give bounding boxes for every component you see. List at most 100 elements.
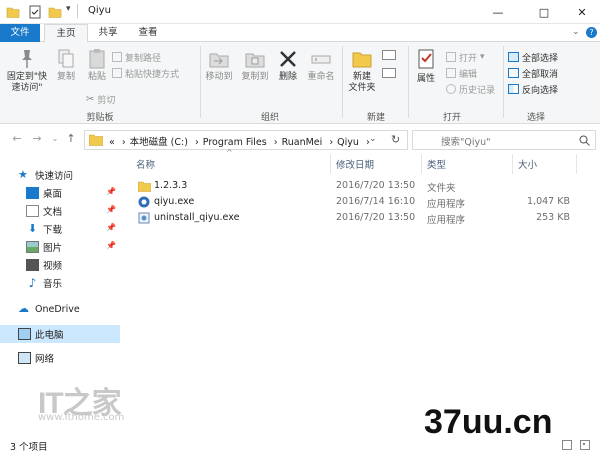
help-icon[interactable]: ?	[586, 27, 597, 38]
tab-file[interactable]: 文件	[0, 24, 40, 42]
search-icon[interactable]	[579, 135, 590, 146]
copy-path-button[interactable]: 复制路径	[112, 50, 161, 64]
sort-ascending-icon: ^	[226, 148, 233, 157]
breadcrumb-item[interactable]: Program Files	[203, 137, 267, 148]
new-folder-icon	[352, 52, 372, 68]
open-icon	[446, 52, 456, 62]
select-none-icon	[508, 68, 519, 78]
tab-view[interactable]: 查看	[128, 24, 168, 42]
group-separator	[342, 46, 343, 118]
details-view-icon[interactable]	[562, 440, 572, 450]
large-icons-view-icon[interactable]	[580, 440, 590, 450]
nav-item-music[interactable]: ♪ 音乐	[0, 274, 120, 292]
column-divider[interactable]	[576, 154, 577, 174]
address-bar[interactable]: « › 本地磁盘 (C:) › Program Files › RuanMei › Qi…	[84, 130, 408, 150]
star-icon: ★	[18, 168, 28, 181]
back-arrow-icon[interactable]: ←	[10, 132, 24, 146]
copy-icon	[58, 49, 74, 68]
ribbon: 固定到"快 速访问" 复制 粘贴 复制路径 粘贴快捷方式 ✂ 剪切 剪贴板 移动…	[0, 42, 600, 124]
rename-icon	[311, 55, 331, 64]
history-button[interactable]: 历史记录	[446, 82, 495, 96]
easy-access-icon[interactable]	[382, 68, 396, 78]
delete-label: 删除	[278, 72, 297, 82]
column-header-date[interactable]: 修改日期	[336, 157, 374, 171]
nav-item-quick-access[interactable]: ★ 快速访问	[0, 166, 120, 184]
paste-shortcut-button[interactable]: 粘贴快捷方式	[112, 66, 179, 80]
table-row[interactable]: uninstall_qiyu.exe 2016/7/20 13:50 应用程序 …	[130, 210, 590, 226]
file-type: 文件夹	[427, 183, 456, 194]
cut-label: 剪切	[97, 95, 116, 106]
nav-item-documents[interactable]: 文档 📌	[0, 202, 120, 220]
nav-item-videos[interactable]: 视频	[0, 256, 120, 274]
column-divider[interactable]	[512, 154, 513, 174]
new-item-icon[interactable]	[382, 50, 396, 60]
pin-icon: 📌	[106, 205, 116, 214]
close-button[interactable]: ✕	[562, 0, 600, 24]
nav-item-desktop[interactable]: 桌面 📌	[0, 184, 120, 202]
pin-label: 固定到"快 速访问"	[6, 72, 48, 93]
up-arrow-icon[interactable]: ↑	[64, 132, 78, 146]
select-all-button[interactable]: 全部选择	[508, 50, 558, 64]
table-row[interactable]: qiyu.exe 2016/7/14 16:10 应用程序 1,047 KB	[130, 194, 590, 210]
nav-item-this-pc[interactable]: 此电脑	[0, 325, 120, 343]
minimize-button[interactable]: —	[478, 0, 518, 24]
quick-access-dropdown-icon[interactable]: ▾	[66, 4, 71, 14]
new-folder-label: 新建 文件夹	[348, 72, 376, 93]
rename-button[interactable]: 重命名	[304, 48, 338, 83]
paste-icon	[89, 49, 105, 69]
properties-button[interactable]: 属性	[412, 48, 440, 85]
column-header-size[interactable]: 大小	[518, 157, 537, 171]
edit-button[interactable]: 编辑	[446, 66, 477, 80]
pin-icon: 📌	[106, 223, 116, 232]
delete-button[interactable]: 删除	[275, 48, 301, 83]
search-box[interactable]: 搜索"Qiyu"	[412, 130, 596, 150]
search-input[interactable]: 搜索"Qiyu"	[441, 134, 491, 148]
cut-button[interactable]: ✂ 剪切	[86, 92, 115, 106]
new-folder-quick-icon[interactable]	[48, 5, 62, 19]
nav-item-network[interactable]: 网络	[0, 349, 120, 367]
file-date: 2016/7/14 16:10	[336, 196, 416, 207]
ribbon-collapse-icon[interactable]: ⌄	[572, 27, 580, 37]
pin-quick-access-button[interactable]: 固定到"快 速访问"	[4, 48, 50, 94]
video-icon	[26, 259, 39, 271]
select-none-button[interactable]: 全部取消	[508, 66, 558, 80]
copy-to-button[interactable]: 复制到	[238, 48, 272, 83]
new-folder-button[interactable]: 新建 文件夹	[344, 48, 380, 94]
column-header-type[interactable]: 类型	[427, 157, 446, 171]
column-header-name[interactable]: 名称	[136, 157, 155, 171]
copy-path-icon	[112, 52, 122, 62]
recent-locations-icon[interactable]: ⌄	[48, 132, 62, 146]
copy-button[interactable]: 复制	[52, 48, 80, 83]
paste-shortcut-label: 粘贴快捷方式	[125, 69, 180, 80]
group-separator	[503, 46, 504, 118]
nav-item-downloads[interactable]: ⬇ 下载 📌	[0, 220, 120, 238]
maximize-button[interactable]: □	[524, 0, 564, 24]
copy-to-label: 复制到	[241, 72, 269, 82]
open-button[interactable]: 打开 ▾	[446, 50, 485, 64]
item-count: 3 个项目	[10, 442, 48, 453]
column-divider[interactable]	[421, 154, 422, 174]
nav-label: 视频	[43, 261, 63, 272]
tab-home[interactable]: 主页	[44, 24, 88, 43]
breadcrumb-overflow[interactable]: «	[109, 137, 115, 148]
qiyu-app-icon	[138, 196, 150, 208]
tab-share[interactable]: 共享	[88, 24, 128, 42]
forward-arrow-icon[interactable]: →	[30, 132, 44, 146]
refresh-icon[interactable]: ↻	[391, 133, 400, 146]
breadcrumb-item[interactable]: Qiyu	[337, 137, 359, 148]
properties-quick-icon[interactable]	[28, 5, 42, 19]
move-to-button[interactable]: 移动到	[202, 48, 236, 83]
new-group-label: 新建	[366, 113, 385, 123]
address-dropdown-icon[interactable]: ⌄	[369, 134, 377, 144]
nav-item-pictures[interactable]: 图片 📌	[0, 238, 120, 256]
column-divider[interactable]	[330, 154, 331, 174]
nav-item-onedrive[interactable]: ☁ OneDrive	[0, 300, 120, 318]
paste-button[interactable]: 粘贴	[82, 48, 112, 83]
breadcrumb-item[interactable]: RuanMei	[282, 137, 323, 148]
scissors-icon: ✂	[86, 93, 95, 105]
pin-icon	[22, 50, 32, 68]
invert-selection-label: 反向选择	[522, 85, 559, 96]
table-row[interactable]: 1.2.3.3 2016/7/20 13:50 文件夹	[130, 178, 590, 194]
breadcrumb-item[interactable]: 本地磁盘 (C:)	[130, 137, 188, 148]
invert-selection-button[interactable]: 反向选择	[508, 82, 558, 96]
